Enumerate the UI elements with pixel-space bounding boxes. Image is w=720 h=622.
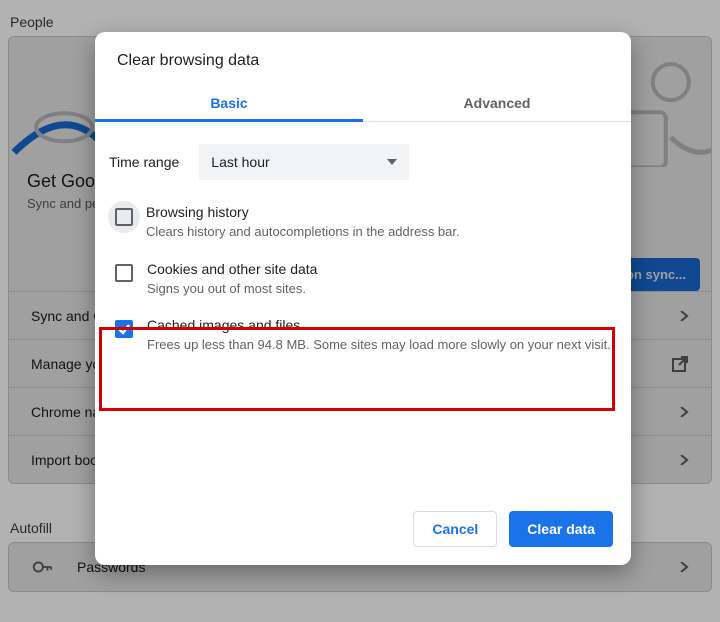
time-range-label: Time range [109, 154, 179, 170]
checkbox-cached[interactable] [115, 320, 133, 338]
option-cookies-title: Cookies and other site data [147, 261, 317, 277]
cancel-button[interactable]: Cancel [413, 511, 497, 547]
time-range-select[interactable]: Last hour [199, 144, 409, 180]
option-browsing-history[interactable]: Browsing history Clears history and auto… [105, 194, 617, 251]
dialog-title: Clear browsing data [95, 32, 631, 84]
check-icon [117, 322, 131, 336]
option-browsing-history-desc: Clears history and autocompletions in th… [146, 223, 460, 241]
checkbox-cookies[interactable] [115, 264, 133, 282]
clear-data-button[interactable]: Clear data [509, 511, 613, 547]
time-range-value: Last hour [211, 154, 269, 170]
dialog-tabs: Basic Advanced [95, 84, 631, 122]
option-cached-title: Cached images and files [147, 317, 611, 333]
checkbox-browsing-history[interactable] [108, 201, 140, 233]
caret-down-icon [387, 159, 397, 165]
option-cached-desc: Frees up less than 94.8 MB. Some sites m… [147, 336, 611, 354]
option-browsing-history-title: Browsing history [146, 204, 460, 220]
tab-basic[interactable]: Basic [95, 84, 363, 121]
tab-advanced[interactable]: Advanced [363, 84, 631, 121]
option-cookies[interactable]: Cookies and other site data Signs you ou… [105, 251, 617, 308]
option-cookies-desc: Signs you out of most sites. [147, 280, 317, 298]
option-cached[interactable]: Cached images and files Frees up less th… [105, 307, 617, 364]
clear-browsing-data-dialog: Clear browsing data Basic Advanced Time … [95, 32, 631, 565]
